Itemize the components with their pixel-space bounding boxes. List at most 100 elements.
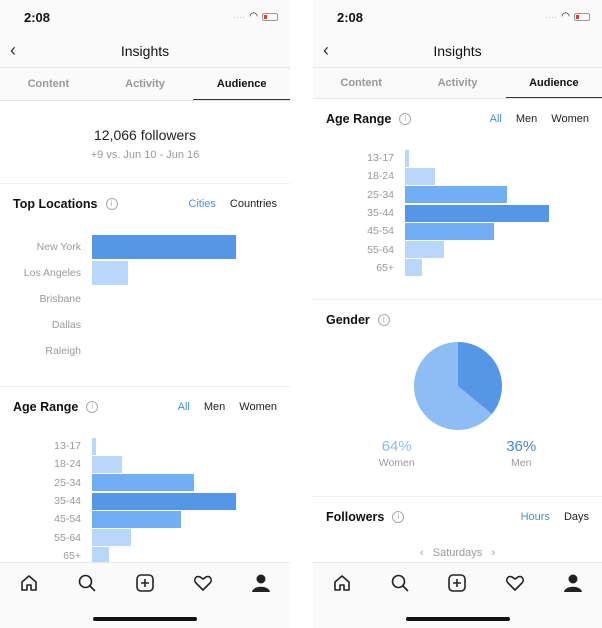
men-stat: 36% Men	[506, 438, 536, 469]
locations-chart: New York Los Angeles Brisbane Dallas Raleigh	[0, 224, 290, 364]
filter-hours[interactable]: Hours	[521, 511, 550, 523]
tab-content[interactable]: Content	[313, 68, 409, 98]
bar-label: 65+	[376, 261, 394, 274]
bar-label: 45-54	[367, 225, 394, 238]
bar	[405, 241, 444, 259]
info-icon[interactable]: i	[392, 511, 405, 523]
tab-audience[interactable]: Audience	[505, 68, 602, 98]
heart-icon[interactable]	[192, 572, 214, 594]
prev-day-button[interactable]: ‹	[420, 547, 424, 559]
heart-icon[interactable]	[504, 572, 526, 594]
search-icon[interactable]	[76, 572, 98, 594]
status-bar: 2:08 ···· ◠	[0, 0, 290, 34]
tab-activity[interactable]: Activity	[97, 68, 194, 100]
bar	[92, 510, 182, 528]
bar-label: Los Angeles	[23, 267, 81, 279]
tab-audience[interactable]: Audience	[193, 68, 290, 100]
bar-label: 13-17	[54, 440, 81, 453]
age-range-section: Age Range i All Men Women 13-17 18-24 25-3…	[0, 387, 290, 567]
bar-label: 25-34	[367, 188, 394, 201]
bar-row: New York	[0, 234, 290, 260]
bar	[92, 261, 128, 285]
tab-bar: Content Activity Audience	[313, 68, 602, 99]
home-indicator	[405, 617, 510, 621]
info-icon[interactable]: i	[86, 401, 99, 413]
profile-icon[interactable]	[562, 572, 584, 594]
tab-activity[interactable]: Activity	[409, 68, 505, 98]
filter-men[interactable]: Men	[516, 113, 537, 125]
filter-countries[interactable]: Countries	[230, 198, 277, 210]
bar-label: 18-24	[367, 170, 394, 183]
bar	[92, 492, 236, 510]
bar-label: Dallas	[51, 319, 81, 331]
bar-row: 13-17	[313, 149, 602, 167]
day-label: Saturdays	[432, 547, 483, 559]
bar-row: 25-34	[313, 186, 602, 204]
bar-row: 13-17	[0, 437, 290, 455]
followers-count: 12,066 followers	[94, 127, 196, 143]
bar	[92, 529, 131, 547]
gender-pie-chart	[413, 342, 502, 430]
filter-cities[interactable]: Cities	[188, 198, 216, 210]
home-icon[interactable]	[331, 572, 353, 594]
men-label: Men	[511, 457, 532, 469]
bar-label: 45-54	[54, 513, 81, 526]
bar-label: 55-64	[367, 243, 394, 256]
add-post-icon[interactable]	[446, 572, 468, 594]
bar-row: Brisbane	[0, 286, 290, 312]
section-title: Age Range	[13, 400, 79, 414]
age-chart: 13-17 18-24 25-34 35-44 45-54 55-64 65+	[313, 139, 602, 277]
bar-row: 35-44	[0, 492, 290, 510]
nav-bar: ‹ Insights	[313, 34, 602, 68]
bar-label: 35-44	[367, 207, 394, 220]
filter-all[interactable]: All	[178, 401, 190, 413]
search-icon[interactable]	[389, 572, 411, 594]
bar-row: 55-64	[313, 240, 602, 259]
next-day-button[interactable]: ›	[491, 547, 495, 559]
filter-women[interactable]: Women	[239, 401, 277, 413]
wifi-icon: ◠	[249, 11, 258, 22]
bar	[92, 235, 236, 259]
filter-days[interactable]: Days	[564, 511, 589, 523]
bar-row: 45-54	[0, 510, 290, 528]
status-time: 2:08	[24, 10, 51, 25]
info-icon[interactable]: i	[377, 314, 390, 326]
home-indicator	[93, 617, 197, 621]
phone-screen-left: 2:08 ···· ◠ ‹ Insights Content Activity A…	[0, 0, 290, 628]
bar-row: 35-44	[313, 204, 602, 222]
followers-delta: +9 vs. Jun 10 - Jun 16	[90, 149, 200, 161]
nav-bar: ‹ Insights	[0, 34, 290, 68]
bar-row: Los Angeles	[0, 260, 290, 286]
section-title: Top Locations	[13, 197, 98, 211]
bar-label: 25-34	[54, 476, 81, 489]
page-title: Insights	[120, 43, 170, 59]
women-label: Women	[378, 457, 415, 469]
bar-label: 13-17	[367, 152, 394, 165]
bar-label: 55-64	[54, 531, 81, 544]
tab-content[interactable]: Content	[0, 68, 97, 100]
home-icon[interactable]	[18, 572, 40, 594]
bar-row: 18-24	[313, 167, 602, 185]
filter-women[interactable]: Women	[551, 113, 589, 125]
profile-icon[interactable]	[250, 572, 272, 594]
bar-label: Brisbane	[39, 293, 81, 305]
bar-row: 45-54	[313, 222, 602, 240]
add-post-icon[interactable]	[134, 572, 156, 594]
section-title: Age Range	[326, 112, 392, 126]
info-icon[interactable]: i	[105, 198, 118, 210]
bar	[92, 474, 195, 492]
bar	[405, 167, 436, 185]
section-title: Gender	[326, 313, 370, 327]
info-icon[interactable]: i	[399, 113, 412, 125]
bar	[92, 437, 97, 455]
battery-icon	[574, 12, 590, 21]
status-time: 2:08	[337, 10, 364, 25]
bar-row: Dallas	[0, 312, 290, 338]
filter-all[interactable]: All	[490, 113, 502, 125]
wifi-icon: ◠	[561, 11, 570, 22]
gender-section: Gender i 64% Women 36% Men	[313, 300, 602, 497]
bar-label: New York	[36, 241, 81, 253]
signal-icon: ····	[545, 11, 558, 22]
filter-men[interactable]: Men	[204, 401, 225, 413]
women-percent: 64%	[381, 438, 412, 455]
